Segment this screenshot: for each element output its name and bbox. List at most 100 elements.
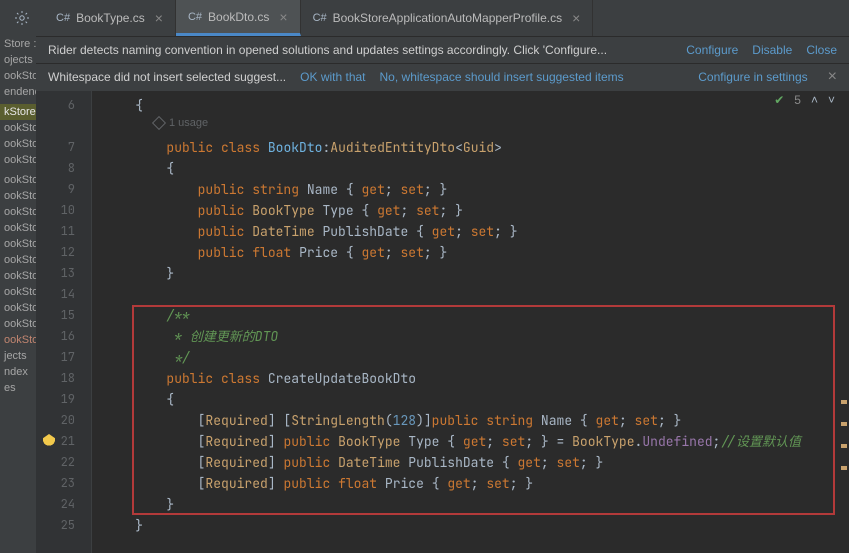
solution-item[interactable]: endenc [0, 84, 36, 100]
solution-item[interactable]: ookSto [0, 188, 36, 204]
line-number: 13 [36, 263, 91, 284]
code-line[interactable]: public float Price { get; set; } [92, 242, 849, 263]
problem-count: 5 [794, 93, 801, 107]
code-line[interactable]: } [92, 494, 849, 515]
line-number: 21 [36, 431, 91, 452]
code-line[interactable]: { [92, 389, 849, 410]
solution-item[interactable]: ookSto [0, 332, 36, 348]
error-stripe[interactable] [837, 90, 847, 553]
line-number: 11 [36, 221, 91, 242]
close-icon[interactable]: × [279, 10, 287, 24]
close-icon[interactable]: × [572, 11, 580, 25]
marker[interactable] [841, 444, 847, 448]
solution-item[interactable]: ookSto [0, 316, 36, 332]
gear-icon[interactable] [6, 0, 38, 36]
solution-item[interactable]: ookSto [0, 300, 36, 316]
line-number: 12 [36, 242, 91, 263]
code-line[interactable]: * 创建更新的DTO [92, 326, 849, 347]
check-icon: ✔ [774, 93, 784, 107]
line-number: 24 [36, 494, 91, 515]
code-line[interactable]: } [92, 263, 849, 284]
code-line[interactable]: public DateTime PublishDate { get; set; … [92, 221, 849, 242]
solution-item[interactable]: es [0, 380, 36, 396]
csharp-file-icon: C# [188, 11, 202, 23]
line-number: 6 [36, 95, 91, 116]
no-whitespace-link[interactable]: No, whitespace should insert suggested i… [380, 70, 624, 84]
chevron-down-icon[interactable]: ˅ [828, 93, 835, 107]
csharp-file-icon: C# [313, 12, 327, 24]
line-number: 18 [36, 368, 91, 389]
tab-booktypecs[interactable]: C# BookType.cs × [44, 0, 176, 36]
code-area[interactable]: 1 usage { public class BookDto:AuditedEn… [92, 91, 849, 553]
tab-bookdtocs[interactable]: C# BookDto.cs × [176, 0, 301, 36]
code-line[interactable]: [Required] public DateTime PublishDate {… [92, 452, 849, 473]
solution-item[interactable]: ookSto [0, 68, 36, 84]
solution-item[interactable]: ndex [0, 364, 36, 380]
solution-item[interactable]: ookSto [0, 220, 36, 236]
tab-label: BookDto.cs [208, 10, 269, 24]
code-line[interactable]: public BookType Type { get; set; } [92, 200, 849, 221]
line-number: 25 [36, 515, 91, 536]
code-line[interactable]: [Required] [StringLength(128)]public str… [92, 410, 849, 431]
code-editor[interactable]: 6 78910111213141516171819202122232425 1 … [36, 90, 849, 553]
solution-item[interactable]: ookSto [0, 268, 36, 284]
banner-message: Rider detects naming convention in opene… [48, 43, 607, 57]
solution-item[interactable]: ookStore [0, 120, 36, 136]
reference-icon [152, 116, 166, 130]
code-line[interactable]: } [92, 515, 849, 536]
solution-item[interactable]: ookStore [0, 136, 36, 152]
solution-item[interactable]: ookSto [0, 252, 36, 268]
code-line[interactable]: public class CreateUpdateBookDto [92, 368, 849, 389]
code-lens-usages[interactable]: 1 usage [154, 117, 208, 129]
solution-explorer-strip[interactable]: Store : TojectsookStoendenckStoreookStor… [0, 36, 36, 553]
line-number: 7 [36, 137, 91, 158]
tab-label: BookStoreApplicationAutoMapperProfile.cs [333, 11, 562, 25]
code-line[interactable] [92, 284, 849, 305]
line-number: 19 [36, 389, 91, 410]
solution-item[interactable]: ookStore [0, 152, 36, 168]
line-number: 9 [36, 179, 91, 200]
ok-with-that-link[interactable]: OK with that [300, 70, 365, 84]
solution-item[interactable]: ojects [0, 52, 36, 68]
close-link[interactable]: Close [806, 43, 837, 57]
solution-item[interactable]: jects [0, 348, 36, 364]
solution-item[interactable]: ookSto [0, 172, 36, 188]
code-line[interactable]: public string Name { get; set; } [92, 179, 849, 200]
marker[interactable] [841, 400, 847, 404]
code-line[interactable]: { [92, 95, 849, 116]
inspection-status[interactable]: ✔ 5 ˄ ˅ [774, 93, 835, 107]
line-number: 20 [36, 410, 91, 431]
code-line[interactable]: { [92, 158, 849, 179]
marker[interactable] [841, 466, 847, 470]
code-line[interactable]: public class BookDto:AuditedEntityDto<Gu… [92, 137, 849, 158]
tab-label: BookType.cs [76, 11, 145, 25]
line-number: 8 [36, 158, 91, 179]
whitespace-banner: Whitespace did not insert selected sugge… [0, 63, 849, 90]
solution-item[interactable]: kStore [0, 104, 36, 120]
code-line[interactable]: /** [92, 305, 849, 326]
disable-link[interactable]: Disable [752, 43, 792, 57]
banner-message: Whitespace did not insert selected sugge… [48, 70, 286, 84]
solution-item[interactable]: Store : T [0, 36, 36, 52]
marker[interactable] [841, 422, 847, 426]
solution-item[interactable]: ookSto [0, 204, 36, 220]
line-number: 22 [36, 452, 91, 473]
tab-bookstoreapplicationautomapperprofilecs[interactable]: C# BookStoreApplicationAutoMapperProfile.… [301, 0, 594, 36]
configure-in-settings-link[interactable]: Configure in settings [698, 70, 807, 84]
code-line[interactable]: */ [92, 347, 849, 368]
line-number: 10 [36, 200, 91, 221]
solution-item[interactable]: ookSto [0, 284, 36, 300]
close-icon[interactable]: × [828, 68, 837, 86]
close-icon[interactable]: × [155, 11, 163, 25]
line-number-gutter: 6 78910111213141516171819202122232425 [36, 91, 92, 553]
naming-convention-banner: Rider detects naming convention in opene… [0, 36, 849, 63]
chevron-up-icon[interactable]: ˄ [811, 93, 818, 107]
line-number: 23 [36, 473, 91, 494]
code-line[interactable]: [Required] public BookType Type { get; s… [92, 431, 849, 452]
configure-link[interactable]: Configure [686, 43, 738, 57]
csharp-file-icon: C# [56, 12, 70, 24]
editor-tabbar: C# BookType.cs × C# BookDto.cs × C# BookStoreAp… [0, 0, 849, 36]
code-line[interactable]: [Required] public float Price { get; set… [92, 473, 849, 494]
solution-item[interactable]: ookSto [0, 236, 36, 252]
line-number: 17 [36, 347, 91, 368]
